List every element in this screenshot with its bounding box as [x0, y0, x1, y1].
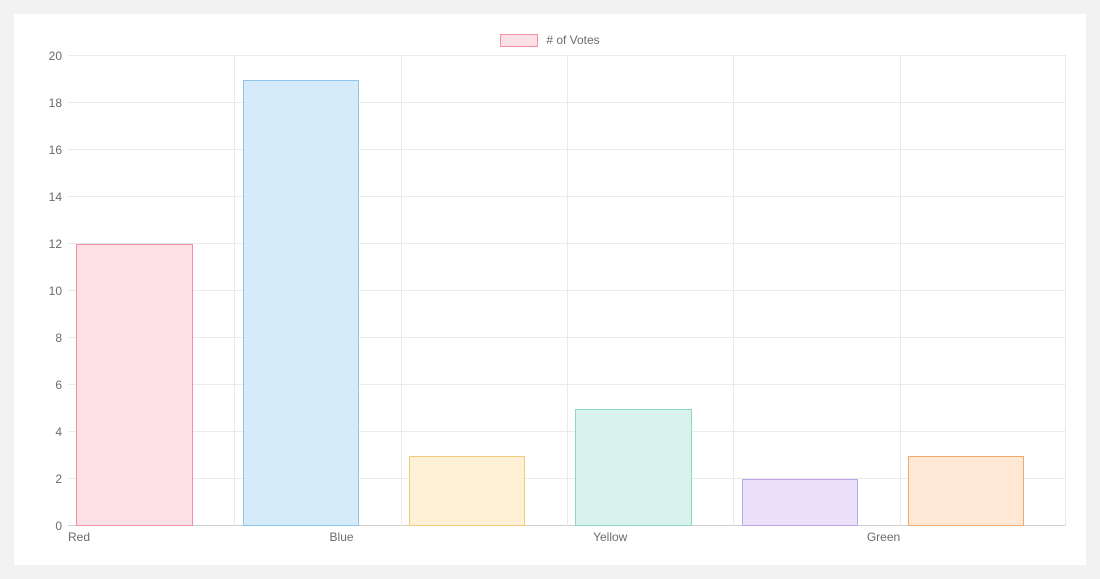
bars-container: [68, 56, 1066, 526]
chart-card: # of Votes 0 2 4 6 8 10 12 14 16 18 20 RedBlueYell…: [14, 14, 1086, 565]
y-tick-label: 6: [55, 378, 62, 392]
chart-plot: 02468101214161820 RedBlueYellowGreenPurp…: [34, 56, 1066, 546]
y-tick-label: 18: [49, 96, 62, 110]
x-tick-label: Green: [867, 530, 1100, 544]
x-tick-label: Red: [68, 530, 330, 544]
x-axis-labels: RedBlueYellowGreenPurpleOrange: [68, 530, 1066, 544]
bar-slot: [733, 56, 899, 526]
plot-body: [68, 56, 1066, 526]
bar-slot: [401, 56, 567, 526]
y-tick-label: 4: [55, 425, 62, 439]
y-tick-label: 12: [49, 237, 62, 251]
bar-yellow[interactable]: [409, 456, 525, 527]
x-tick-label: Yellow: [593, 530, 867, 544]
bar-green[interactable]: [575, 409, 691, 527]
bar-blue[interactable]: [243, 80, 359, 527]
bar-slot: [234, 56, 400, 526]
y-tick-label: 20: [49, 49, 62, 63]
y-tick-label: 8: [55, 331, 62, 345]
y-tick-label: 2: [55, 472, 62, 486]
legend-swatch: [500, 34, 538, 47]
legend-label: # of Votes: [546, 33, 599, 47]
bar-orange[interactable]: [908, 456, 1024, 527]
bar-slot: [567, 56, 733, 526]
bar-slot: [68, 56, 234, 526]
bar-red[interactable]: [76, 244, 192, 526]
y-tick-label: 10: [49, 284, 62, 298]
y-tick-label: 16: [49, 143, 62, 157]
x-tick-label: Blue: [330, 530, 594, 544]
y-tick-label: 0: [55, 519, 62, 533]
chart-legend[interactable]: # of Votes: [34, 30, 1066, 50]
y-tick-label: 14: [49, 190, 62, 204]
bar-slot: [900, 56, 1066, 526]
y-axis: 02468101214161820: [34, 56, 68, 526]
bar-purple[interactable]: [742, 479, 858, 526]
